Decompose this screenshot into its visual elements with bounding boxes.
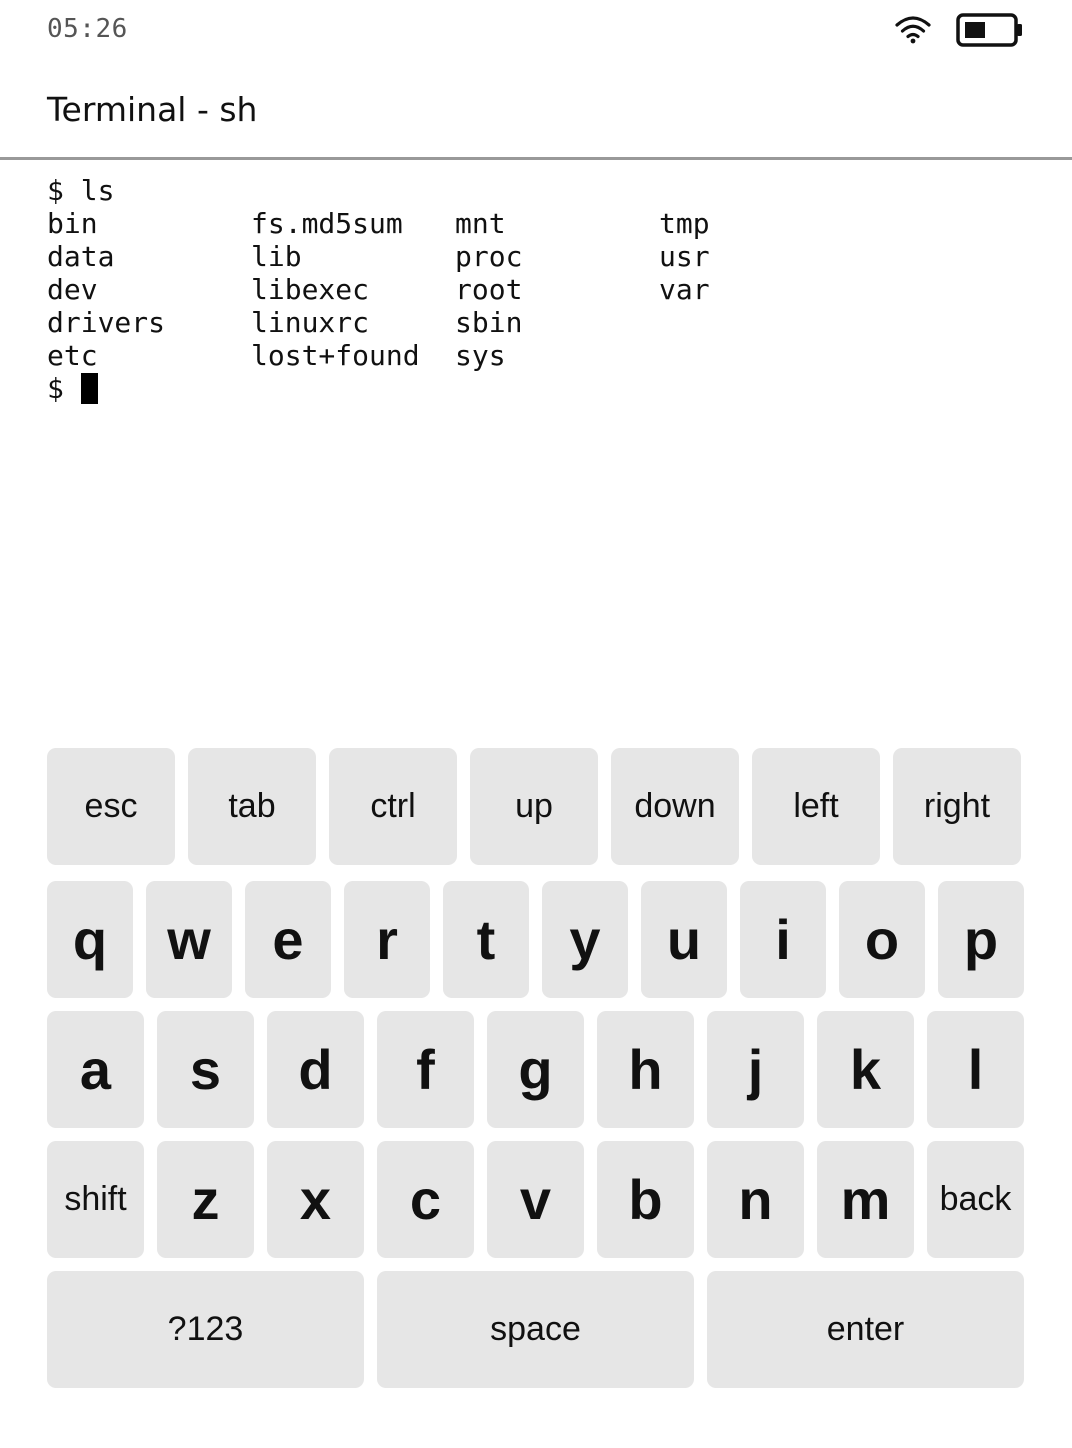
key-symbols[interactable]: ?123 [47,1271,364,1388]
ls-entry: dev [47,273,98,306]
ls-output-row: etc lost+found sys [47,339,1027,372]
key-n[interactable]: n [707,1141,804,1258]
key-l[interactable]: l [927,1011,1024,1128]
key-left[interactable]: left [752,748,880,865]
key-enter[interactable]: enter [707,1271,1024,1388]
key-y[interactable]: y [542,881,628,998]
keyboard-row-zxcv: shift z x c v b n m back [47,1141,1024,1258]
ls-entry: lib [251,240,302,273]
ls-entry: drivers [47,306,166,339]
key-b[interactable]: b [597,1141,694,1258]
key-down[interactable]: down [611,748,739,865]
key-right[interactable]: right [893,748,1021,865]
status-clock: 05:26 [47,14,128,44]
ls-entry: sbin [455,306,523,339]
wifi-icon [895,16,931,44]
key-v[interactable]: v [487,1141,584,1258]
terminal-output[interactable]: $ ls bin fs.md5sum mnt tmp data lib proc… [47,174,1027,714]
ls-output-row: dev libexec root var [47,273,1027,306]
key-m[interactable]: m [817,1141,914,1258]
terminal-prompt-line[interactable]: $ [47,372,1027,405]
key-r[interactable]: r [344,881,430,998]
key-p[interactable]: p [938,881,1024,998]
ls-entry: tmp [659,207,710,240]
key-space[interactable]: space [377,1271,694,1388]
key-u[interactable]: u [641,881,727,998]
key-q[interactable]: q [47,881,133,998]
keyboard-row-asdf: a s d f g h j k l [47,1011,1024,1128]
ls-output-row: bin fs.md5sum mnt tmp [47,207,1027,240]
ls-entry: lost+found [251,339,420,372]
ls-output-row: data lib proc usr [47,240,1027,273]
key-tab[interactable]: tab [188,748,316,865]
terminal-command-line: $ ls [47,174,115,207]
key-f[interactable]: f [377,1011,474,1128]
ls-entry: mnt [455,207,506,240]
key-shift[interactable]: shift [47,1141,144,1258]
ls-entry: etc [47,339,98,372]
key-g[interactable]: g [487,1011,584,1128]
status-bar: 05:26 [0,0,1072,60]
key-a[interactable]: a [47,1011,144,1128]
ls-entry: fs.md5sum [251,207,403,240]
ls-entry: bin [47,207,98,240]
keyboard-row-qwerty: q w e r t y u i o p [47,881,1024,998]
ls-entry: proc [455,240,523,273]
key-z[interactable]: z [157,1141,254,1258]
ls-output-row: drivers linuxrc sbin [47,306,1027,339]
key-k[interactable]: k [817,1011,914,1128]
on-screen-keyboard: esc tab ctrl up down left right q w e r … [0,746,1072,1396]
battery-icon [956,13,1022,47]
keyboard-function-row: esc tab ctrl up down left right [47,748,1021,865]
text-cursor [80,373,98,404]
ls-entry: root [455,273,523,306]
key-backspace[interactable]: back [927,1141,1024,1258]
ls-entry: libexec [251,273,370,306]
prompt-symbol: $ [47,372,64,405]
ls-entry: usr [659,240,710,273]
key-esc[interactable]: esc [47,748,175,865]
ls-entry: sys [455,339,506,372]
key-o[interactable]: o [839,881,925,998]
key-t[interactable]: t [443,881,529,998]
key-h[interactable]: h [597,1011,694,1128]
key-ctrl[interactable]: ctrl [329,748,457,865]
ls-entry: var [659,273,710,306]
key-w[interactable]: w [146,881,232,998]
key-c[interactable]: c [377,1141,474,1258]
ls-entry: linuxrc [251,306,370,339]
key-i[interactable]: i [740,881,826,998]
key-j[interactable]: j [707,1011,804,1128]
keyboard-bottom-row: ?123 space enter [47,1271,1024,1388]
key-x[interactable]: x [267,1141,364,1258]
key-up[interactable]: up [470,748,598,865]
window-title: Terminal - sh [47,90,258,129]
ls-entry: data [47,240,115,273]
key-s[interactable]: s [157,1011,254,1128]
key-d[interactable]: d [267,1011,364,1128]
title-bar: Terminal - sh [0,60,1072,160]
key-e[interactable]: e [245,881,331,998]
